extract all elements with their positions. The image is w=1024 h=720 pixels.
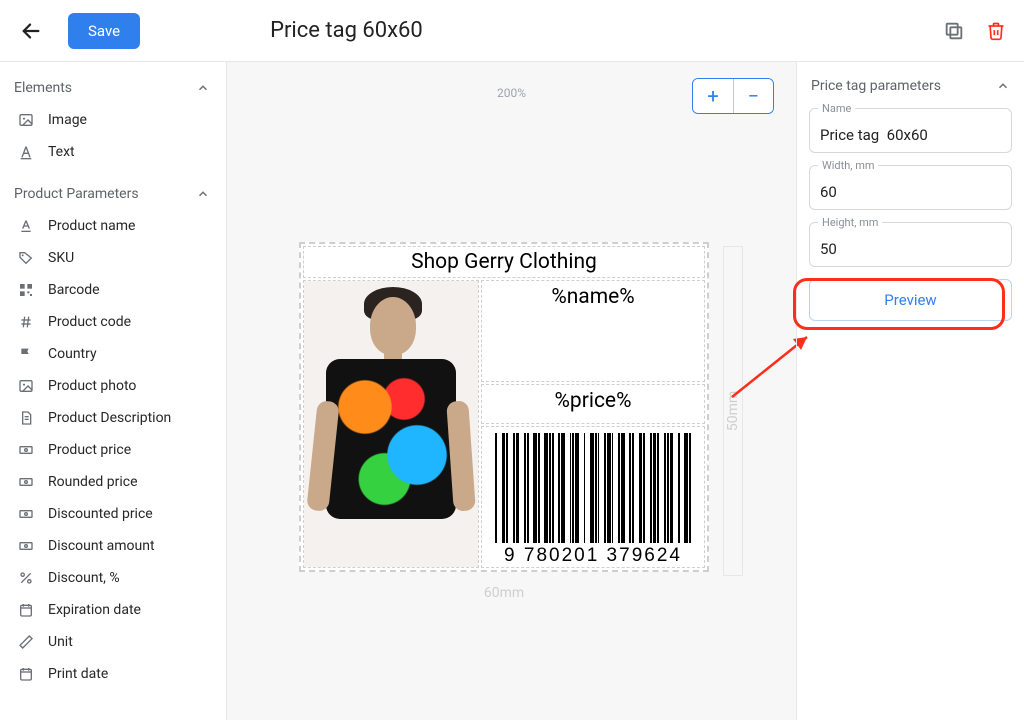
param-product-photo[interactable]: Product photo <box>8 370 216 402</box>
calendar-icon <box>18 602 34 618</box>
duplicate-button[interactable] <box>940 17 968 45</box>
money-icon <box>18 506 34 522</box>
template-product-photo[interactable] <box>303 280 479 568</box>
ruler-icon <box>18 634 34 650</box>
price-tag-template[interactable]: Shop Gerry Clothing %name% %price% 9 780… <box>299 242 709 572</box>
money-icon <box>18 538 34 554</box>
sidebar: Elements Image Text Product Parameters P… <box>0 62 227 720</box>
image-icon <box>18 112 34 128</box>
text-underline-icon <box>18 218 34 234</box>
param-discount-percent[interactable]: Discount, % <box>8 562 216 594</box>
name-label: Name <box>818 102 855 115</box>
param-country[interactable]: Country <box>8 338 216 370</box>
parameters-panel: Price tag parameters Name Width, mm Heig… <box>796 62 1024 720</box>
param-product-code[interactable]: Product code <box>8 306 216 338</box>
save-button[interactable]: Save <box>68 13 140 49</box>
percent-icon <box>18 570 34 586</box>
height-field[interactable]: Height, mm <box>809 222 1012 267</box>
template-barcode[interactable]: 9 780201 379624 <box>481 426 705 568</box>
name-input[interactable] <box>820 126 1001 144</box>
text-icon <box>18 144 34 160</box>
chevron-up-icon <box>996 79 1010 93</box>
width-label: Width, mm <box>818 159 878 172</box>
param-unit[interactable]: Unit <box>8 626 216 658</box>
param-expiration-date[interactable]: Expiration date <box>8 594 216 626</box>
param-discount-amount[interactable]: Discount amount <box>8 530 216 562</box>
param-barcode[interactable]: Barcode <box>8 274 216 306</box>
template-shop-title[interactable]: Shop Gerry Clothing <box>303 246 705 278</box>
delete-button[interactable] <box>982 17 1010 45</box>
element-image[interactable]: Image <box>8 104 216 136</box>
preview-button[interactable]: Preview <box>809 279 1012 321</box>
document-icon <box>18 410 34 426</box>
param-product-name[interactable]: Product name <box>8 210 216 242</box>
page-title: Price tag 60x60 <box>270 18 423 43</box>
money-icon <box>18 474 34 490</box>
canvas[interactable]: 200% + − 50mm 60mm Shop Gerry Clothing %… <box>227 62 796 720</box>
width-ruler: 60mm <box>299 582 709 604</box>
height-ruler: 50mm <box>723 246 743 576</box>
param-product-description[interactable]: Product Description <box>8 402 216 434</box>
arrow-left-icon <box>20 20 42 42</box>
param-discounted-price[interactable]: Discounted price <box>8 498 216 530</box>
qr-icon <box>18 282 34 298</box>
barcode-bars <box>495 433 691 543</box>
zoom-out-button[interactable]: − <box>733 79 773 113</box>
width-input[interactable] <box>820 183 1001 201</box>
back-button[interactable] <box>14 14 48 48</box>
calendar-icon <box>18 666 34 682</box>
zoom-controls: + − <box>692 78 774 114</box>
param-product-price[interactable]: Product price <box>8 434 216 466</box>
section-product-params-header[interactable]: Product Parameters <box>8 178 216 210</box>
image-icon <box>18 378 34 394</box>
height-input[interactable] <box>820 240 1001 258</box>
param-rounded-price[interactable]: Rounded price <box>8 466 216 498</box>
zoom-in-button[interactable]: + <box>693 79 733 113</box>
section-elements-header[interactable]: Elements <box>8 72 216 104</box>
copy-icon <box>943 20 965 42</box>
width-field[interactable]: Width, mm <box>809 165 1012 210</box>
product-photo-placeholder <box>304 281 478 567</box>
param-print-date[interactable]: Print date <box>8 658 216 690</box>
name-field[interactable]: Name <box>809 108 1012 153</box>
tag-icon <box>18 250 34 266</box>
trash-icon <box>986 20 1006 42</box>
height-label: Height, mm <box>818 216 882 229</box>
money-icon <box>18 442 34 458</box>
element-text[interactable]: Text <box>8 136 216 168</box>
chevron-up-icon <box>196 81 210 95</box>
barcode-digits: 9 780201 379624 <box>504 545 682 567</box>
hash-icon <box>18 314 34 330</box>
flag-icon <box>18 346 34 362</box>
chevron-up-icon <box>196 187 210 201</box>
template-price-placeholder[interactable]: %price% <box>481 384 705 424</box>
template-name-placeholder[interactable]: %name% <box>481 280 705 382</box>
param-sku[interactable]: SKU <box>8 242 216 274</box>
